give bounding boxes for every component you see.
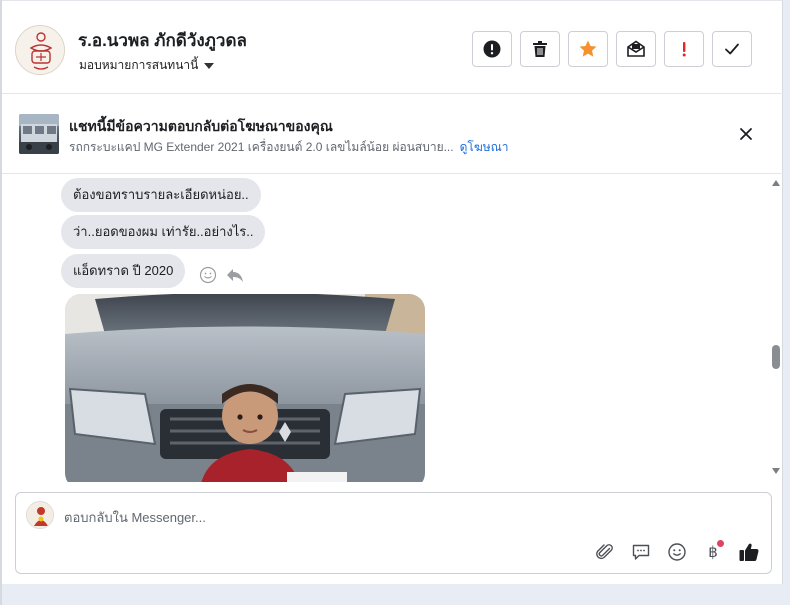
- check-icon: [725, 43, 739, 55]
- contact-name[interactable]: ร.อ.นวพล ภักดีวังภูวดล: [78, 27, 247, 54]
- close-icon: [740, 128, 752, 140]
- conversation-header: ร.อ.นวพล ภักดีวังภูวดล มอบหมายการสนทนานี…: [2, 1, 783, 94]
- comment-icon: [632, 544, 650, 560]
- ad-description: รถกระบะแคป MG Extender 2021 เครื่องยนต์ …: [69, 140, 454, 154]
- mark-unread-button[interactable]: [616, 31, 656, 67]
- reply-arrow-icon[interactable]: [225, 266, 245, 284]
- ad-banner-title: แชทนี้มีข้อความตอบกลับต่อโฆษณาของคุณ: [69, 118, 333, 134]
- notification-dot: [717, 540, 724, 547]
- star-button[interactable]: [568, 31, 608, 67]
- reply-composer: ฿: [15, 492, 772, 574]
- star-icon: [579, 40, 597, 57]
- scroll-down-arrow-icon[interactable]: [772, 468, 780, 474]
- follow-up-button[interactable]: [664, 31, 704, 67]
- attach-button[interactable]: [594, 541, 616, 563]
- message-photo[interactable]: [65, 294, 425, 482]
- message-scrollbar[interactable]: [770, 178, 782, 478]
- saved-replies-button[interactable]: [630, 541, 652, 563]
- composer-toolbar: ฿: [594, 540, 760, 563]
- caret-down-icon: [204, 62, 215, 69]
- reply-input[interactable]: [64, 507, 754, 527]
- mark-spam-button[interactable]: [472, 31, 512, 67]
- smiley-icon: [668, 543, 686, 561]
- envelope-icon: [627, 40, 645, 57]
- react-smiley-icon[interactable]: [199, 266, 217, 284]
- scroll-thumb[interactable]: [772, 345, 780, 369]
- exclamation-icon: [682, 42, 686, 57]
- scroll-up-arrow-icon[interactable]: [772, 180, 780, 186]
- message-actions: [199, 266, 245, 284]
- trash-icon: [533, 41, 547, 57]
- message-list[interactable]: ต้องขอทราบรายละเอียดหน่อย.. ว่า..ยอดของผ…: [2, 174, 783, 482]
- alert-circle-icon: [483, 40, 501, 58]
- contact-avatar[interactable]: [15, 25, 65, 75]
- ad-banner-subtitle: รถกระบะแคป MG Extender 2021 เครื่องยนต์ …: [69, 138, 509, 157]
- emoji-button[interactable]: [666, 541, 688, 563]
- right-gutter: [783, 0, 790, 605]
- page-avatar: [26, 501, 54, 529]
- mark-done-button[interactable]: [712, 31, 752, 67]
- delete-button[interactable]: [520, 31, 560, 67]
- message-bubble[interactable]: ต้องขอทราบรายละเอียดหน่อย..: [61, 178, 261, 212]
- thumbs-up-icon: [739, 543, 759, 561]
- message-bubble[interactable]: ว่า..ยอดของผม เท่ารัย..อย่างไร..: [61, 215, 266, 249]
- ad-thumbnail[interactable]: [19, 114, 59, 154]
- payment-button[interactable]: ฿: [702, 540, 724, 563]
- close-banner-button[interactable]: [736, 124, 756, 144]
- conversation-panel: ร.อ.นวพล ภักดีวังภูวดล มอบหมายการสนทนานี…: [2, 0, 783, 584]
- assign-label: มอบหมายการสนทนานี้: [79, 58, 199, 72]
- baht-icon: ฿: [708, 544, 718, 561]
- footer-strip: [2, 584, 783, 605]
- like-button[interactable]: [738, 541, 760, 563]
- view-ad-link[interactable]: ดูโฆษณา: [460, 140, 509, 154]
- assign-conversation-dropdown[interactable]: มอบหมายการสนทนานี้: [79, 56, 215, 75]
- message-bubble[interactable]: แอ็ดทราด ปี 2020: [61, 254, 186, 288]
- conversation-toolbar: [472, 31, 752, 67]
- paperclip-icon: [596, 544, 613, 560]
- ad-reply-banner: แชทนี้มีข้อความตอบกลับต่อโฆษณาของคุณ รถก…: [2, 94, 783, 174]
